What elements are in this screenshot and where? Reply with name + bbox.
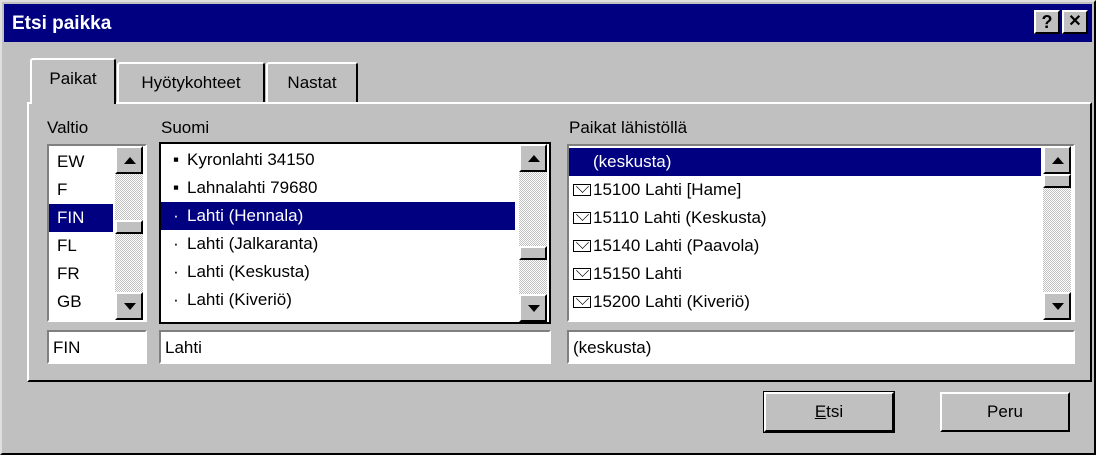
scroll-up-button[interactable] (1043, 146, 1071, 174)
arrow-down-icon (1052, 303, 1064, 310)
nearby-input[interactable]: (keskusta) (567, 330, 1075, 364)
nearby-scrollbar[interactable] (1043, 146, 1071, 320)
scroll-down-button[interactable] (115, 292, 143, 320)
place-list-item[interactable]: · Lahti (Hennala) (161, 202, 515, 230)
scroll-thumb[interactable] (1043, 174, 1071, 188)
scroll-down-button[interactable] (1043, 292, 1071, 320)
bullet-icon: · (173, 206, 179, 225)
country-listbox[interactable]: EW F FIN FL FR GB (47, 144, 147, 322)
place-name: Kyronlahti 34150 (187, 150, 315, 169)
cancel-button[interactable]: Peru (940, 392, 1070, 432)
window-title: Etsi paikka (12, 13, 112, 34)
nearby-place-name: (keskusta) (593, 152, 672, 171)
scroll-down-button[interactable] (519, 294, 547, 322)
nearby-place-name: 15200 Lahti (Kiveriö) (593, 292, 750, 311)
arrow-down-icon (528, 305, 540, 312)
title-bar[interactable]: Etsi paikka ? ✕ (4, 4, 1092, 42)
place-name: Lahti (Kiveriö) (187, 290, 292, 309)
search-button[interactable]: Etsi (763, 391, 895, 433)
place-list-item[interactable]: ▪ Kyronlahti 34150 (161, 146, 515, 174)
tab-label: Hyötykohteet (141, 73, 241, 92)
country-list-item[interactable]: GB (49, 288, 113, 316)
arrow-up-icon (528, 155, 540, 162)
bullet-icon: · (173, 234, 179, 253)
nearby-place-name: 15140 Lahti (Paavola) (593, 236, 760, 255)
country-scrollbar[interactable] (115, 146, 143, 320)
bullet-icon: ▪ (172, 178, 180, 197)
places-listbox[interactable]: ▪ Kyronlahti 34150 ▪ Lahnalahti 79680 · Lahti… (159, 142, 551, 324)
dialog-window: Etsi paikka ? ✕ Paikat Hyötykohteet Nast… (0, 0, 1096, 455)
nearby-list-item[interactable]: (keskusta) (569, 148, 1041, 176)
tab-label: Nastat (287, 73, 337, 92)
place-list-item[interactable]: · Lahti (Kiveriö) (161, 286, 515, 314)
bullet-icon: · (173, 290, 179, 309)
tab-hyotykohteet[interactable]: Hyötykohteet (117, 62, 265, 102)
arrow-up-icon (1052, 157, 1064, 164)
envelope-icon (573, 240, 591, 252)
nearby-list-item[interactable]: 15140 Lahti (Paavola) (569, 232, 1041, 260)
search-label-rest: tsi (826, 402, 844, 421)
arrow-down-icon (124, 303, 136, 310)
country-list-item[interactable]: FL (49, 232, 113, 260)
scroll-thumb[interactable] (115, 220, 143, 234)
envelope-icon (573, 212, 591, 224)
place-input[interactable]: Lahti (159, 330, 551, 364)
country-input[interactable]: FIN (47, 330, 147, 364)
nearby-list-item[interactable]: 15110 Lahti (Keskusta) (569, 204, 1041, 232)
help-button[interactable]: ? (1034, 10, 1060, 34)
tab-label: Paikat (49, 69, 97, 88)
tab-paikat[interactable]: Paikat (30, 58, 116, 104)
scroll-up-button[interactable] (115, 146, 143, 174)
country-list-item[interactable]: EW (49, 148, 113, 176)
arrow-up-icon (124, 157, 136, 164)
bullet-icon: ▪ (172, 150, 180, 169)
nearby-place-name: 15100 Lahti [Hame] (593, 180, 742, 199)
country-label: Valtio (47, 118, 89, 137)
nearby-list-item[interactable]: 15150 Lahti (569, 260, 1041, 288)
country-list-item[interactable]: FR (49, 260, 113, 288)
scroll-thumb[interactable] (519, 246, 547, 260)
places-label: Suomi (161, 118, 210, 137)
nearby-place-name: 15110 Lahti (Keskusta) (593, 208, 767, 227)
bullet-icon: · (173, 262, 179, 281)
close-button[interactable]: ✕ (1062, 10, 1088, 34)
place-name: Lahnalahti 79680 (187, 178, 318, 197)
places-scrollbar[interactable] (519, 144, 547, 322)
place-list-item[interactable]: · Lahti (Keskusta) (161, 258, 515, 286)
place-list-item[interactable]: ▪ Lahnalahti 79680 (161, 174, 515, 202)
country-list-item[interactable]: FIN (49, 204, 113, 232)
place-name: Lahti (Hennala) (187, 206, 304, 225)
tab-panel: Valtio EW F FIN FL FR GB FIN Suomi ▪ Kyronlaht… (27, 102, 1092, 382)
nearby-place-name: 15150 Lahti (593, 264, 682, 283)
nearby-list-item[interactable]: 15200 Lahti (Kiveriö) (569, 288, 1041, 316)
close-icon: ✕ (1068, 13, 1082, 30)
envelope-icon (573, 184, 591, 196)
place-name: Lahti (Jalkaranta) (187, 234, 319, 253)
place-name: Lahti (Keskusta) (187, 262, 310, 281)
nearby-listbox[interactable]: (keskusta) 15100 Lahti [Hame] 15110 Lahti … (567, 144, 1075, 322)
search-mnemonic: E (814, 402, 827, 421)
envelope-icon (573, 296, 591, 308)
place-list-item[interactable]: · Lahti (Jalkaranta) (161, 230, 515, 258)
nearby-label: Paikat lähistöllä (569, 118, 688, 137)
tab-nastat[interactable]: Nastat (266, 62, 358, 102)
scroll-up-button[interactable] (519, 144, 547, 172)
country-list-item[interactable]: F (49, 176, 113, 204)
envelope-icon (573, 268, 591, 280)
nearby-list-item[interactable]: 15100 Lahti [Hame] (569, 176, 1041, 204)
